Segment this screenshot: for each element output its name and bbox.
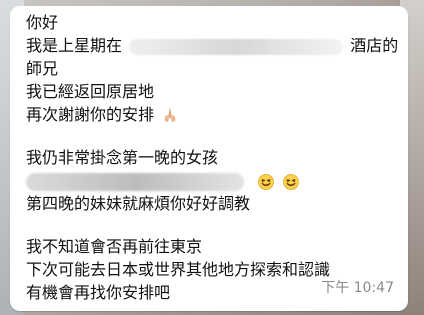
message-line-6: 我仍非常掛念第一晚的女孩 <box>26 147 394 169</box>
laughing-face-icon-1 <box>257 173 275 191</box>
laughing-face-icon-2 <box>282 173 300 191</box>
greeting-text: 你好 <box>26 13 59 32</box>
redacted-text-block-2 <box>26 172 244 191</box>
message-timestamp: 下午 10:47 <box>321 280 394 296</box>
intro-text-prefix: 我是上星期在 <box>26 36 123 55</box>
message-line-2: 我是上星期在 酒店的 <box>26 35 398 57</box>
arrange-text: 有機會再找你安排吧 <box>26 283 171 302</box>
message-line-4: 我已經返回原居地 <box>26 81 394 103</box>
intro-text-suffix: 酒店的 <box>350 36 399 55</box>
thanks-text: 再次謝謝你的安排 <box>26 105 155 124</box>
next-time-text: 下次可能去日本或世界其他地方探索和認識 <box>26 260 331 279</box>
message-line-3: 師兄 <box>26 58 394 80</box>
message-line-5: 再次謝謝你的安排 <box>26 104 394 126</box>
message-line-7 <box>26 170 394 192</box>
redacted-text-block <box>129 38 344 55</box>
message-line-9: 我不知道會否再前往東京 <box>26 236 394 258</box>
folded-hands-icon <box>161 107 179 125</box>
message-bubble: 你好 我是上星期在 酒店的 師兄 我已經返回原居地 再次謝謝你的安排 我仍非常掛… <box>10 6 408 311</box>
signature-text: 師兄 <box>26 59 59 78</box>
message-line-8: 第四晚的妹妹就麻煩你好好調教 <box>26 193 394 215</box>
miss-girl-text: 我仍非常掛念第一晚的女孩 <box>26 148 219 167</box>
returned-home-text: 我已經返回原居地 <box>26 82 155 101</box>
tokyo-text: 我不知道會否再前往東京 <box>26 237 203 256</box>
message-line-1: 你好 <box>26 12 394 34</box>
fourth-night-text: 第四晚的妹妹就麻煩你好好調教 <box>26 194 251 213</box>
